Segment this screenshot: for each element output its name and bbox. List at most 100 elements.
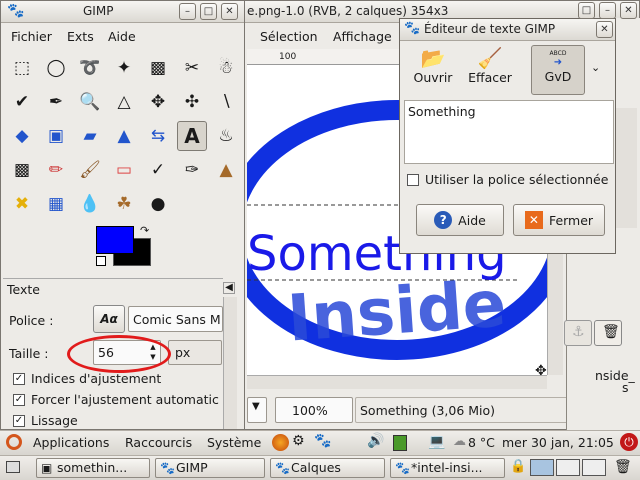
flip-icon[interactable]: ⇆ [143,121,173,151]
autohint-checkbox[interactable]: ✓ [13,394,25,406]
ink-icon[interactable]: ✑ [177,155,207,185]
trash-icon[interactable]: 🗑 [614,459,632,475]
bucket-fill-icon[interactable]: ♨ [211,121,241,151]
move-icon[interactable]: ✥ [143,87,173,117]
rect-select-icon[interactable]: ⬚ [7,53,37,83]
perspective-icon[interactable]: ▲ [109,121,139,151]
system-menu[interactable]: Système [207,435,261,450]
task-something[interactable]: ▣ somethin... [36,458,150,478]
shear-icon[interactable]: ▰ [75,121,105,151]
gimp-launcher-icon[interactable]: 🐾 [314,433,331,449]
minimize-button[interactable]: – [179,3,196,20]
image-maximize-button[interactable]: □ [578,2,595,19]
menu-exts[interactable]: Exts [67,29,94,44]
anchor-layer-button[interactable]: ⚓ [564,320,592,346]
image-window-title: e.png-1.0 (RVB, 2 calques) 354x3 [247,4,449,18]
shortcuts-menu[interactable]: Raccourcis [125,435,192,450]
font-field[interactable]: Comic Sans M [128,306,223,332]
power-icon[interactable]: ⏻ [620,433,638,451]
layers-scrollbar[interactable] [615,108,637,228]
swap-colors-icon[interactable]: ↷ [140,224,149,237]
menu-aide[interactable]: Aide [108,29,136,44]
weather-text[interactable]: 8 °C [468,435,495,450]
paintbrush-icon[interactable]: 🖌 [75,155,105,185]
options-scrollbar[interactable] [223,297,237,429]
lasso-icon[interactable]: ➰ [75,53,105,83]
magic-wand-icon[interactable]: ✦ [109,53,139,83]
gimp-task-icon: 🐾 [395,461,410,475]
ellipse-select-icon[interactable]: ◯ [41,53,71,83]
zoom-icon[interactable]: 🔍 [75,87,105,117]
task-calques[interactable]: 🐾 Calques [270,458,385,478]
settings-icon[interactable]: ⚙ [292,433,305,449]
antialias-checkbox[interactable]: ✓ [13,415,25,427]
dialog-close-button[interactable]: ✕ [596,21,613,38]
eraser-icon[interactable]: ▭ [109,155,139,185]
clone-icon[interactable]: ▲ [211,155,241,185]
workspace-3[interactable] [582,459,606,476]
help-button[interactable]: ? Aide [416,204,504,236]
clear-button[interactable]: 🧹 Effacer [464,46,516,94]
foreground-select-icon[interactable]: ☃ [211,53,241,83]
broom-icon: 🧹 [477,46,503,70]
blend-icon[interactable]: ▩ [7,155,37,185]
chevron-down-icon[interactable]: ⌄ [591,61,600,74]
airbrush-icon[interactable]: ✓ [143,155,173,185]
layer-name-2: s [622,380,629,395]
image-close-button[interactable]: ✕ [620,2,637,19]
font-value: Comic Sans M [133,312,221,327]
workspace-2[interactable] [556,459,580,476]
task-gimp[interactable]: 🐾 GIMP [155,458,265,478]
measure-icon[interactable]: △ [109,87,139,117]
delete-layer-button[interactable]: 🗑 [594,320,622,346]
open-button[interactable]: 📂 Ouvrir [410,46,456,94]
datetime-text[interactable]: mer 30 jan, 21:05 [502,435,614,450]
maximize-button[interactable]: □ [200,3,217,20]
scale-icon[interactable]: ▣ [41,121,71,151]
show-desktop-icon[interactable] [6,461,20,473]
crop-icon[interactable]: ∖ [211,87,241,117]
task-intel[interactable]: 🐾 *intel-insi... [390,458,505,478]
pencil-icon[interactable]: ✏ [41,155,71,185]
direction-button[interactable]: ABCD ➜ GvD [531,45,585,95]
color-picker-icon[interactable]: ✒ [41,87,71,117]
menu-affichage[interactable]: Affichage [333,29,392,44]
select-by-color-icon[interactable]: ▩ [143,53,173,83]
perspective-clone-icon[interactable]: ▦ [41,189,71,219]
network-icon[interactable]: 💻 [428,434,445,450]
text-tool-icon[interactable]: A [177,121,207,151]
menu-fichier[interactable]: Fichier [11,29,52,44]
battery-icon[interactable] [393,435,407,451]
size-unit-select[interactable]: px [168,340,222,365]
reset-colors-icon[interactable] [96,256,106,266]
font-picker-button[interactable]: Aα [93,305,125,333]
toolbox-titlebar[interactable]: 🐾 GIMP – □ ✕ [1,1,244,23]
rotate-icon[interactable]: ◆ [7,121,37,151]
menu-selection[interactable]: Sélection [260,29,318,44]
unit-menu[interactable]: ▼ [247,397,267,423]
foreground-color-swatch[interactable] [96,226,134,254]
blur-icon[interactable]: 💧 [75,189,105,219]
scissors-icon[interactable]: ✂ [177,53,207,83]
dialog-titlebar[interactable]: 🐾 Éditeur de texte GIMP ✕ [400,19,615,41]
close-dialog-button[interactable]: ✕ Fermer [513,204,605,236]
firefox-icon[interactable] [272,434,289,451]
workspace-1[interactable] [530,459,554,476]
volume-icon[interactable]: 🔊 [367,433,384,449]
zoom-field[interactable]: 100% [275,397,353,423]
options-menu-icon[interactable]: ◀ [223,282,235,294]
lock-icon[interactable]: 🔒 [510,459,526,474]
horizontal-scrollbar[interactable] [247,375,547,389]
hinting-checkbox[interactable]: ✓ [13,373,25,385]
smudge-icon[interactable]: ☘ [109,189,139,219]
text-editor-area[interactable]: Something [404,100,614,164]
use-font-checkbox[interactable] [407,174,419,186]
navigate-icon[interactable]: ✥ [535,363,547,379]
dodge-burn-icon[interactable]: ● [143,189,173,219]
applications-menu[interactable]: Applications [33,435,109,450]
close-button[interactable]: ✕ [221,3,238,20]
image-restore-button[interactable]: – [599,2,616,19]
align-icon[interactable]: ✣ [177,87,207,117]
heal-icon[interactable]: ✖ [7,189,37,219]
paths-icon[interactable]: ✔ [7,87,37,117]
